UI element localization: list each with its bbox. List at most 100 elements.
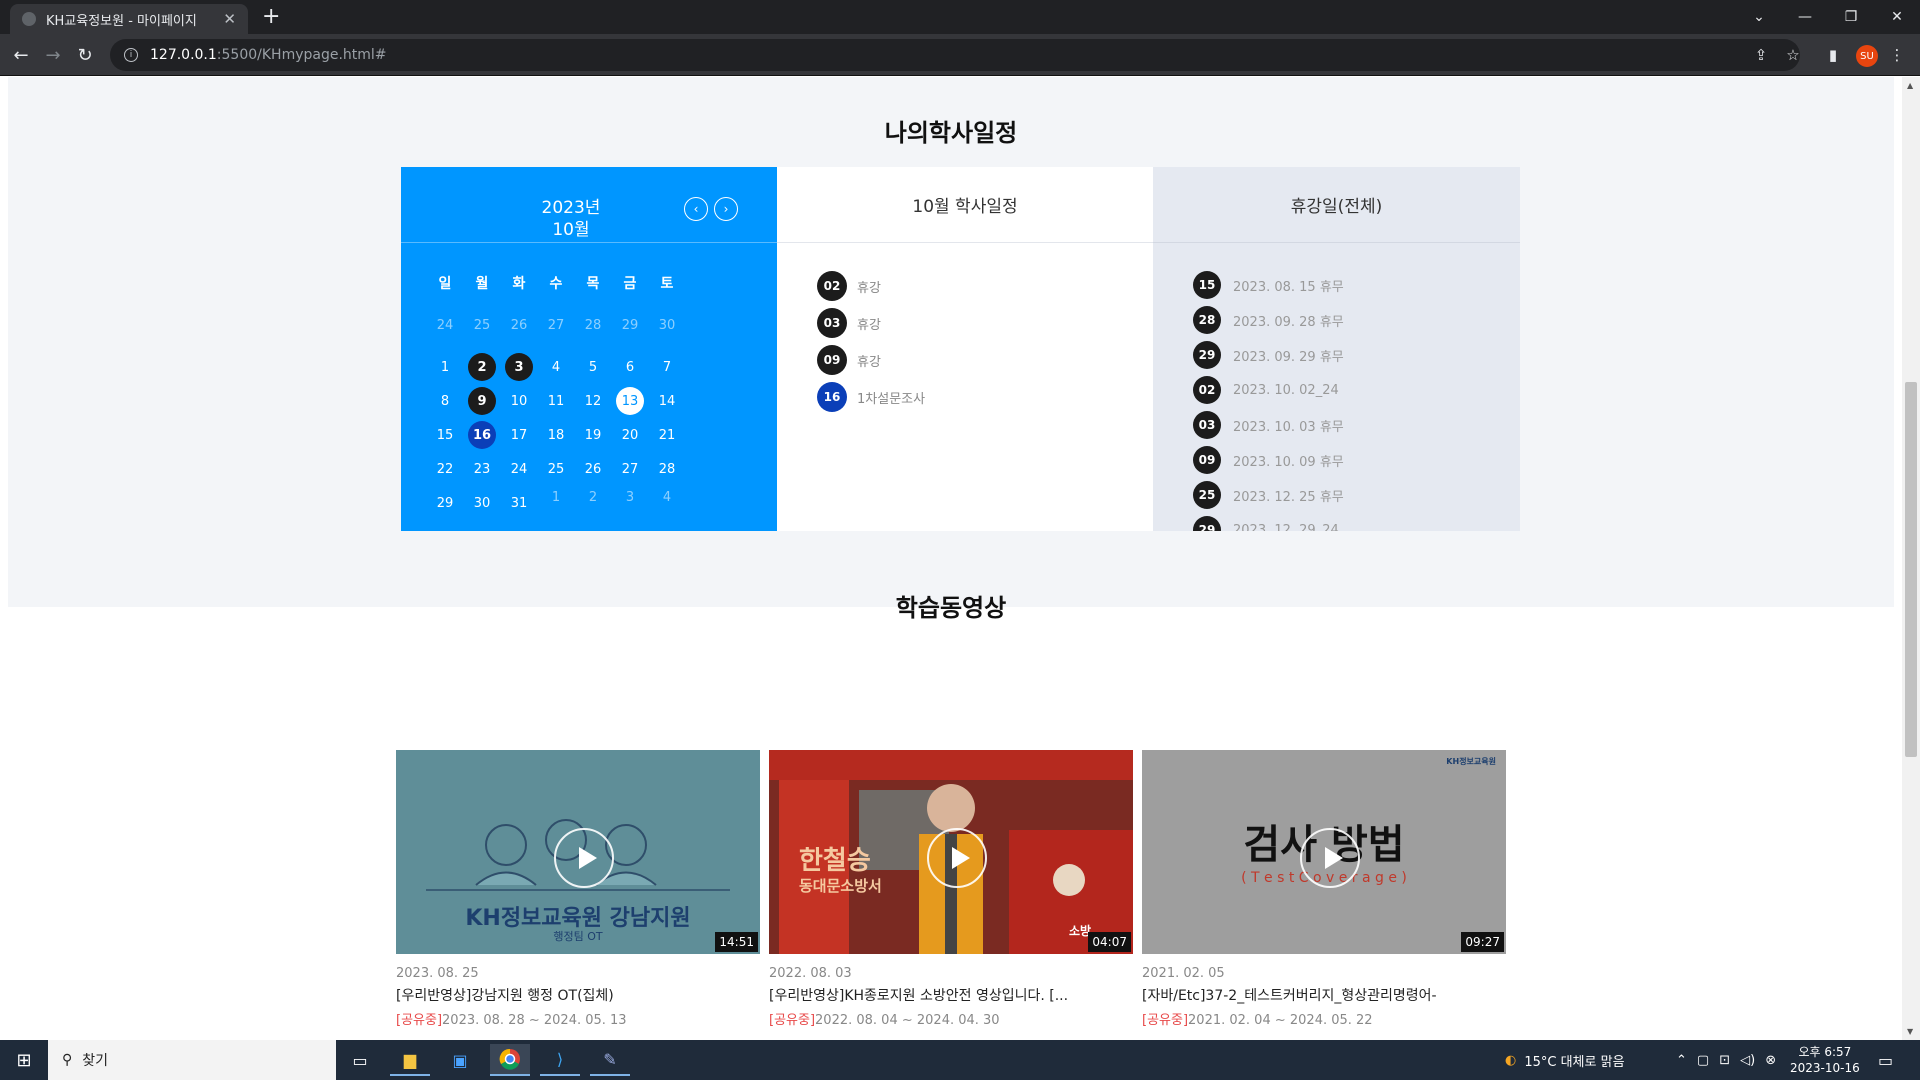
play-icon[interactable] bbox=[554, 828, 614, 888]
calendar-day[interactable]: 2 bbox=[468, 353, 496, 381]
event-item[interactable]: 03 휴강 bbox=[817, 308, 881, 338]
site-info-icon[interactable]: i bbox=[124, 48, 138, 62]
next-month-button[interactable]: › bbox=[714, 197, 738, 221]
close-window-button[interactable]: ✕ bbox=[1874, 0, 1920, 34]
play-icon[interactable] bbox=[927, 828, 987, 888]
calendar-day[interactable]: 11 bbox=[542, 387, 570, 415]
calendar-day[interactable]: 10 bbox=[505, 387, 533, 415]
calendar-day[interactable]: 20 bbox=[616, 421, 644, 449]
taskbar-clock[interactable]: 오후 6:57 2023-10-16 bbox=[1790, 1040, 1860, 1080]
calendar-day[interactable]: 24 bbox=[431, 311, 459, 339]
taskbar-search[interactable]: ⚲ 찾기 bbox=[48, 1040, 336, 1080]
calendar-day[interactable]: 4 bbox=[542, 353, 570, 381]
new-tab-button[interactable]: + bbox=[262, 4, 280, 29]
meet-icon[interactable]: ▢ bbox=[1697, 1053, 1709, 1068]
event-item[interactable]: 09 휴강 bbox=[817, 345, 881, 375]
holiday-item[interactable]: 03 2023. 10. 03 휴무 bbox=[1193, 411, 1344, 439]
calendar-day[interactable]: 21 bbox=[653, 421, 681, 449]
holiday-item[interactable]: 29 2023. 12. 29_24 bbox=[1193, 516, 1339, 531]
video-title[interactable]: [우리반영상]KH종로지원 소방안전 영상입니다. [... bbox=[769, 985, 1133, 1005]
scrollbar-thumb[interactable] bbox=[1905, 382, 1917, 757]
event-item[interactable]: 02 휴강 bbox=[817, 271, 881, 301]
video-title[interactable]: [자바/Etc]37-2_테스트커버리지_형상관리명령어- bbox=[1142, 985, 1506, 1005]
calendar-day[interactable]: 22 bbox=[431, 455, 459, 483]
browser-tab[interactable]: KH교육정보원 - 마이페이지 ✕ bbox=[10, 4, 248, 34]
tray-chevron-icon[interactable]: ⌃ bbox=[1676, 1053, 1687, 1068]
calendar-day[interactable]: 29 bbox=[431, 489, 459, 517]
reload-icon[interactable]: ↻ bbox=[72, 42, 98, 68]
calendar-day[interactable]: 16 bbox=[468, 421, 496, 449]
calendar-day[interactable]: 30 bbox=[653, 311, 681, 339]
back-icon[interactable]: ← bbox=[8, 42, 34, 68]
holiday-item[interactable]: 28 2023. 09. 28 휴무 bbox=[1193, 306, 1344, 334]
calendar-day[interactable]: 23 bbox=[468, 455, 496, 483]
play-icon[interactable] bbox=[1300, 828, 1360, 888]
video-card[interactable]: 한철승 동대문소방서 소방 04:07 2022. 08. 03 [우리반영상]… bbox=[769, 750, 1133, 1028]
calendar-day[interactable]: 31 bbox=[505, 489, 533, 517]
vscode-icon[interactable]: ⟩ bbox=[540, 1044, 580, 1076]
holiday-item[interactable]: 09 2023. 10. 09 휴무 bbox=[1193, 446, 1344, 474]
volume-icon[interactable]: ◁) bbox=[1740, 1053, 1755, 1068]
profile-avatar[interactable]: SU bbox=[1856, 45, 1878, 67]
holiday-item[interactable]: 29 2023. 09. 29 휴무 bbox=[1193, 341, 1344, 369]
page-scrollbar[interactable]: ▲ ▼ bbox=[1902, 77, 1920, 1040]
minimize-button[interactable]: — bbox=[1782, 0, 1828, 34]
calendar-day[interactable]: 17 bbox=[505, 421, 533, 449]
file-explorer-icon[interactable]: ▆ bbox=[390, 1044, 430, 1076]
windows-start-icon[interactable]: ⊞ bbox=[4, 1044, 44, 1076]
holiday-item[interactable]: 25 2023. 12. 25 휴무 bbox=[1193, 481, 1344, 509]
chrome-icon[interactable] bbox=[490, 1044, 530, 1076]
share-icon[interactable]: ⇪ bbox=[1750, 44, 1772, 66]
forward-icon[interactable]: → bbox=[40, 42, 66, 68]
video-card[interactable]: KH정보교육원 검사 방법 ( T e s t C o v e r a g e … bbox=[1142, 750, 1506, 1028]
calendar-day[interactable]: 26 bbox=[505, 311, 533, 339]
calendar-day[interactable]: 3 bbox=[505, 353, 533, 381]
holiday-item[interactable]: 02 2023. 10. 02_24 bbox=[1193, 376, 1339, 404]
calendar-day[interactable]: 27 bbox=[616, 455, 644, 483]
calendar-day[interactable]: 6 bbox=[616, 353, 644, 381]
prev-month-button[interactable]: ‹ bbox=[684, 197, 708, 221]
calendar-day[interactable]: 25 bbox=[542, 455, 570, 483]
video-card[interactable]: KH정보교육원 강남지원 행정팀 OT 14:51 2023. 08. 25 [… bbox=[396, 750, 760, 1028]
calendar-day[interactable]: 12 bbox=[579, 387, 607, 415]
calendar-day[interactable]: 13 bbox=[616, 387, 644, 415]
video-thumbnail[interactable]: KH정보교육원 강남지원 행정팀 OT 14:51 bbox=[396, 750, 760, 954]
video-title[interactable]: [우리반영상]강남지원 행정 OT(집체) bbox=[396, 985, 760, 1005]
calendar-day[interactable]: 24 bbox=[505, 455, 533, 483]
video-thumbnail[interactable]: 한철승 동대문소방서 소방 04:07 bbox=[769, 750, 1133, 954]
calendar-day[interactable]: 28 bbox=[579, 311, 607, 339]
calendar-day[interactable]: 27 bbox=[542, 311, 570, 339]
calendar-day[interactable]: 25 bbox=[468, 311, 496, 339]
calendar-day[interactable]: 29 bbox=[616, 311, 644, 339]
scroll-down-icon[interactable]: ▼ bbox=[1907, 1027, 1913, 1036]
store-icon[interactable]: ▣ bbox=[440, 1044, 480, 1076]
calendar-day[interactable]: 1 bbox=[542, 483, 570, 511]
calendar-day[interactable]: 26 bbox=[579, 455, 607, 483]
task-view-icon[interactable]: ▭ bbox=[340, 1044, 380, 1076]
paint-icon[interactable]: ✎ bbox=[590, 1044, 630, 1076]
holiday-item[interactable]: 15 2023. 08. 15 휴무 bbox=[1193, 271, 1344, 299]
calendar-day[interactable]: 28 bbox=[653, 455, 681, 483]
menu-icon[interactable]: ⋮ bbox=[1886, 44, 1908, 66]
bookmark-star-icon[interactable]: ☆ bbox=[1782, 44, 1804, 66]
calendar-day[interactable]: 7 bbox=[653, 353, 681, 381]
close-tab-icon[interactable]: ✕ bbox=[223, 10, 236, 28]
video-thumbnail[interactable]: KH정보교육원 검사 방법 ( T e s t C o v e r a g e … bbox=[1142, 750, 1506, 954]
event-item[interactable]: 16 1차설문조사 bbox=[817, 382, 925, 412]
calendar-day[interactable]: 2 bbox=[579, 483, 607, 511]
calendar-day[interactable]: 5 bbox=[579, 353, 607, 381]
calendar-day[interactable]: 15 bbox=[431, 421, 459, 449]
status-icon[interactable]: ⊗ bbox=[1765, 1053, 1776, 1068]
notification-icon[interactable]: ▭ bbox=[1878, 1040, 1893, 1080]
address-bar[interactable]: i 127.0.0.1 :5500/KHmypage.html# bbox=[110, 39, 1800, 71]
restore-button[interactable]: ❐ bbox=[1828, 0, 1874, 34]
calendar-day[interactable]: 4 bbox=[653, 483, 681, 511]
calendar-day[interactable]: 18 bbox=[542, 421, 570, 449]
calendar-day[interactable]: 9 bbox=[468, 387, 496, 415]
calendar-day[interactable]: 19 bbox=[579, 421, 607, 449]
scroll-up-icon[interactable]: ▲ bbox=[1907, 81, 1913, 90]
calendar-day[interactable]: 30 bbox=[468, 489, 496, 517]
tab-search-icon[interactable]: ⌄ bbox=[1736, 0, 1782, 34]
side-panel-icon[interactable]: ▮ bbox=[1822, 44, 1844, 66]
calendar-day[interactable]: 1 bbox=[431, 353, 459, 381]
